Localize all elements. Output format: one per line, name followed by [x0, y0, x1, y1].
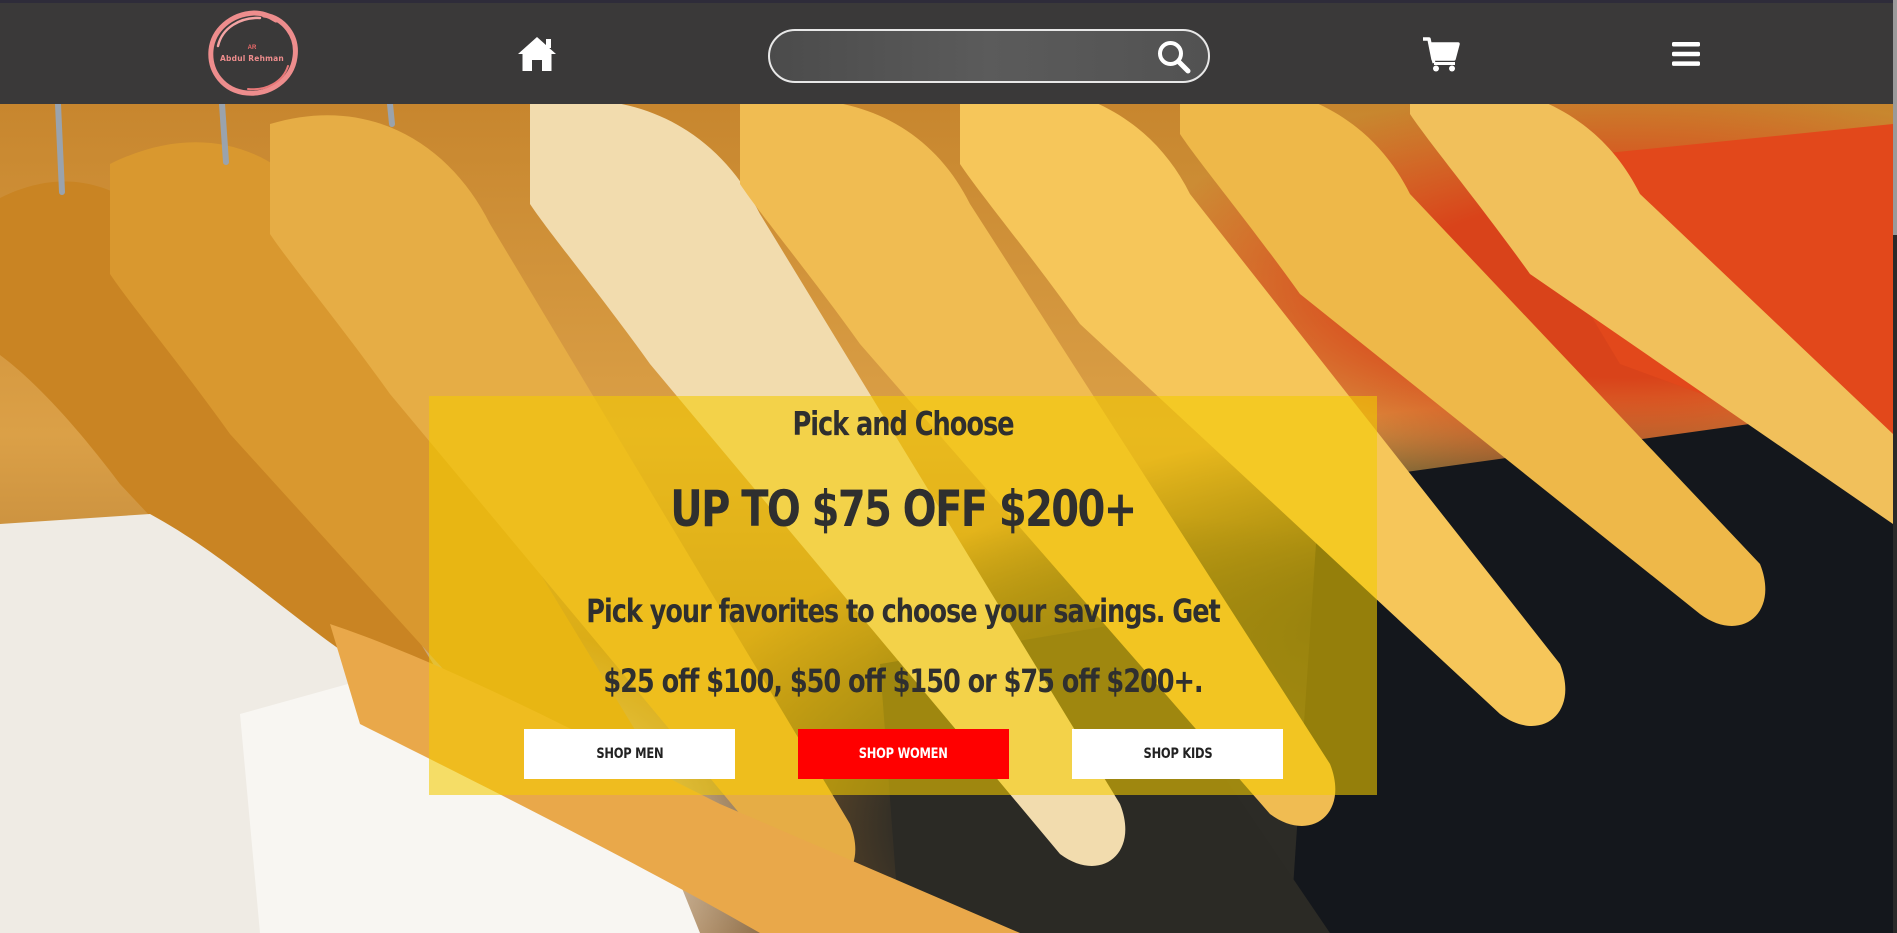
cart-icon[interactable] — [1422, 36, 1460, 72]
hero-banner: Pick and Choose UP TO $75 OFF $200+ Pick… — [0, 104, 1893, 933]
navbar: AR Abdul Rehman — [0, 0, 1893, 104]
logo-text: Abdul Rehman — [220, 54, 284, 63]
shop-women-button[interactable]: SHOP WOMEN — [798, 729, 1009, 779]
promo-description: Pick your favorites to choose your savin… — [586, 592, 1221, 700]
search-bar — [768, 29, 1210, 83]
search-input[interactable] — [790, 31, 1124, 81]
shop-kids-button[interactable]: SHOP KIDS — [1072, 729, 1283, 779]
hamburger-menu-icon[interactable] — [1671, 39, 1701, 69]
logo-ring-icon — [208, 10, 298, 96]
promo-card: Pick and Choose UP TO $75 OFF $200+ Pick… — [429, 396, 1377, 795]
scrollbar-thumb[interactable] — [1893, 0, 1897, 235]
logo-mark: AR — [247, 45, 257, 51]
home-icon[interactable] — [517, 35, 557, 73]
promo-headline: UP TO $75 OFF $200+ — [670, 480, 1137, 538]
search-icon[interactable] — [1156, 39, 1192, 75]
shop-women-label: SHOP WOMEN — [859, 746, 948, 762]
page: AR Abdul Rehman Pick and Choose UP TO $7… — [0, 0, 1897, 933]
promo-kicker: Pick and Choose — [792, 404, 1014, 443]
shop-men-label: SHOP MEN — [596, 746, 663, 762]
vertical-scrollbar[interactable] — [1893, 0, 1897, 933]
brand-logo[interactable]: AR Abdul Rehman — [204, 8, 300, 98]
shop-kids-label: SHOP KIDS — [1143, 746, 1212, 762]
shop-men-button[interactable]: SHOP MEN — [524, 729, 735, 779]
